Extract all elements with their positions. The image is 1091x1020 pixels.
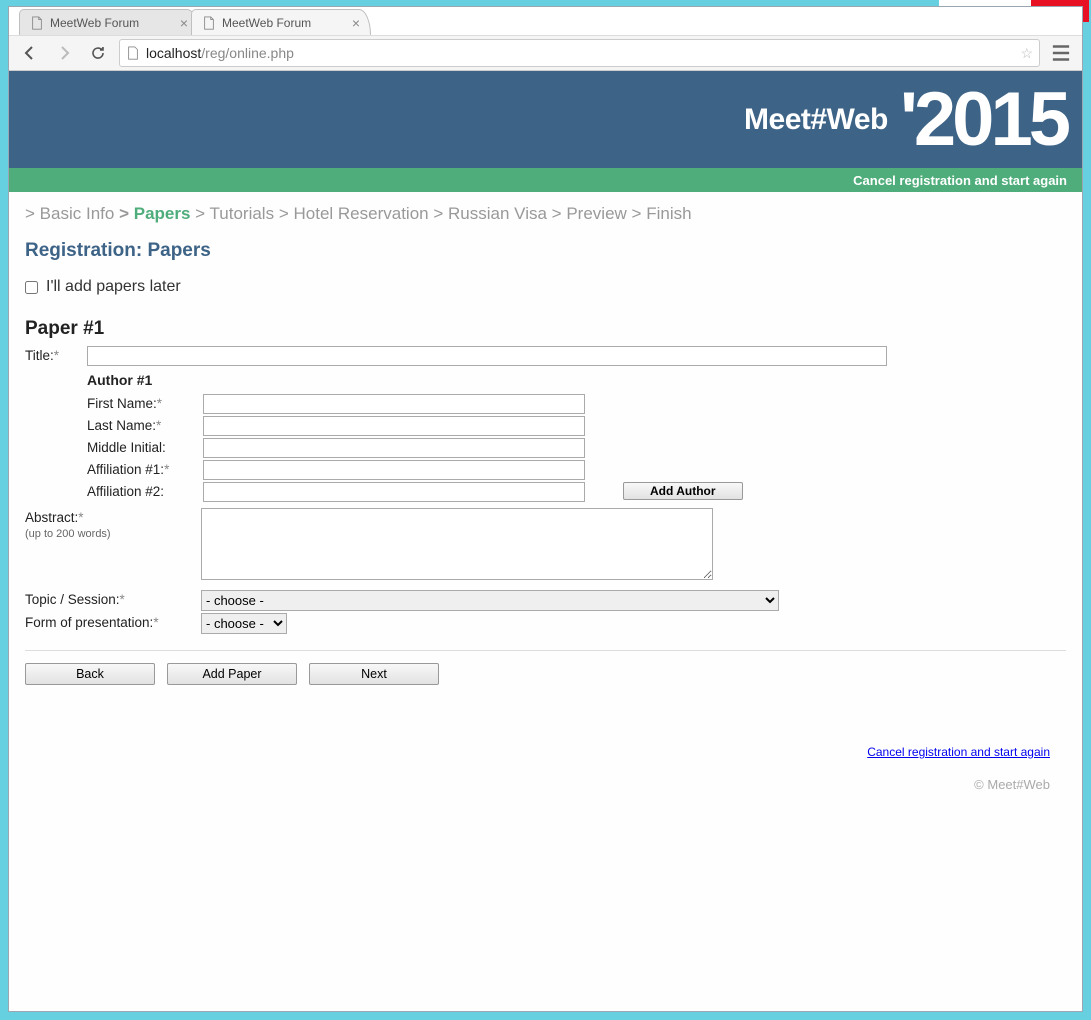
browser-frame: MeetWeb Forum × MeetWeb Forum × localhos… (8, 6, 1083, 1012)
breadcrumb: > Basic Info > Papers > Tutorials > Hote… (25, 204, 1066, 224)
url-path: /reg/online.php (201, 45, 294, 61)
add-author-button[interactable]: Add Author (623, 482, 743, 500)
abstract-textarea[interactable] (201, 508, 713, 580)
breadcrumb-sep: > (195, 204, 205, 223)
tab-title: MeetWeb Forum (50, 16, 139, 30)
back-button[interactable] (17, 40, 43, 66)
presentation-select[interactable]: - choose - (201, 613, 287, 634)
breadcrumb-sep: > (25, 204, 35, 223)
affiliation1-input[interactable] (203, 460, 585, 480)
breadcrumb-sep: > (279, 204, 289, 223)
last-name-input[interactable] (203, 416, 585, 436)
page-content: Meet#Web '2015 Cancel registration and s… (9, 71, 1082, 1011)
middle-initial-input[interactable] (203, 438, 585, 458)
reload-button[interactable] (85, 40, 111, 66)
affiliation2-label: Affiliation #2: (87, 482, 203, 499)
breadcrumb-item[interactable]: Basic Info (40, 204, 115, 223)
title-row: Title:* (25, 346, 1066, 366)
tab-close-icon[interactable]: × (180, 16, 188, 30)
breadcrumb-sep: > (119, 204, 129, 223)
last-name-label: Last Name:* (87, 416, 203, 433)
breadcrumb-item[interactable]: Hotel Reservation (294, 204, 429, 223)
page-icon (30, 16, 44, 30)
add-later-row: I'll add papers later (25, 278, 1066, 296)
title-label: Title:* (25, 346, 87, 363)
copyright: © Meet#Web (25, 777, 1050, 792)
title-input[interactable] (87, 346, 887, 366)
browser-toolbar: localhost/reg/online.php ☆ (9, 35, 1082, 71)
first-name-input[interactable] (203, 394, 585, 414)
tab-title: MeetWeb Forum (222, 16, 311, 30)
tab-close-icon[interactable]: × (352, 16, 360, 30)
os-window: MeetWeb Forum × MeetWeb Forum × localhos… (0, 0, 1091, 1020)
page-title: Registration: Papers (25, 240, 1066, 262)
first-name-label: First Name:* (87, 394, 203, 411)
page-icon (202, 16, 216, 30)
tab-strip: MeetWeb Forum × MeetWeb Forum × (9, 7, 1082, 35)
action-bar: Cancel registration and start again (9, 168, 1082, 192)
footer-cancel-link[interactable]: Cancel registration and start again (867, 745, 1050, 759)
forward-button[interactable] (51, 40, 77, 66)
paper-heading: Paper #1 (25, 318, 1066, 340)
url-host: localhost (146, 45, 201, 61)
page-footer: Cancel registration and start again © Me… (25, 745, 1066, 792)
breadcrumb-item[interactable]: Preview (566, 204, 626, 223)
breadcrumb-sep: > (632, 204, 642, 223)
brand-name: Meet#Web (744, 103, 888, 137)
add-later-checkbox[interactable] (25, 281, 38, 294)
page-icon (126, 46, 140, 60)
address-bar[interactable]: localhost/reg/online.php ☆ (119, 39, 1040, 67)
abstract-note: (up to 200 words) (25, 528, 111, 540)
author-block: Author #1 First Name:* Last Name:* Middl… (87, 372, 1066, 502)
breadcrumb-sep: > (552, 204, 562, 223)
next-button[interactable]: Next (309, 663, 439, 685)
main-content: > Basic Info > Papers > Tutorials > Hote… (9, 192, 1082, 804)
cancel-registration-link[interactable]: Cancel registration and start again (853, 173, 1067, 188)
breadcrumb-item-current[interactable]: Papers (134, 204, 191, 223)
affiliation2-input[interactable] (203, 482, 585, 502)
browser-tab[interactable]: MeetWeb Forum × (19, 9, 199, 35)
button-row: Back Add Paper Next (25, 650, 1066, 685)
back-button[interactable]: Back (25, 663, 155, 685)
breadcrumb-item[interactable]: Finish (646, 204, 691, 223)
topic-label: Topic / Session:* (25, 590, 201, 607)
breadcrumb-item[interactable]: Tutorials (210, 204, 275, 223)
presentation-label: Form of presentation:* (25, 613, 201, 630)
affiliation1-label: Affiliation #1:* (87, 460, 203, 477)
breadcrumb-item[interactable]: Russian Visa (448, 204, 547, 223)
add-later-label[interactable]: I'll add papers later (46, 278, 181, 296)
topic-select[interactable]: - choose - (201, 590, 779, 611)
brand-year: '2015 (900, 82, 1067, 158)
abstract-label: Abstract:* (up to 200 words) (25, 508, 201, 540)
browser-tab[interactable]: MeetWeb Forum × (191, 9, 371, 35)
bookmark-icon[interactable]: ☆ (1020, 45, 1033, 62)
add-paper-button[interactable]: Add Paper (167, 663, 297, 685)
site-banner: Meet#Web '2015 (9, 71, 1082, 168)
middle-initial-label: Middle Initial: (87, 438, 203, 455)
author-heading: Author #1 (87, 372, 1066, 388)
breadcrumb-sep: > (433, 204, 443, 223)
browser-menu-button[interactable] (1048, 40, 1074, 66)
